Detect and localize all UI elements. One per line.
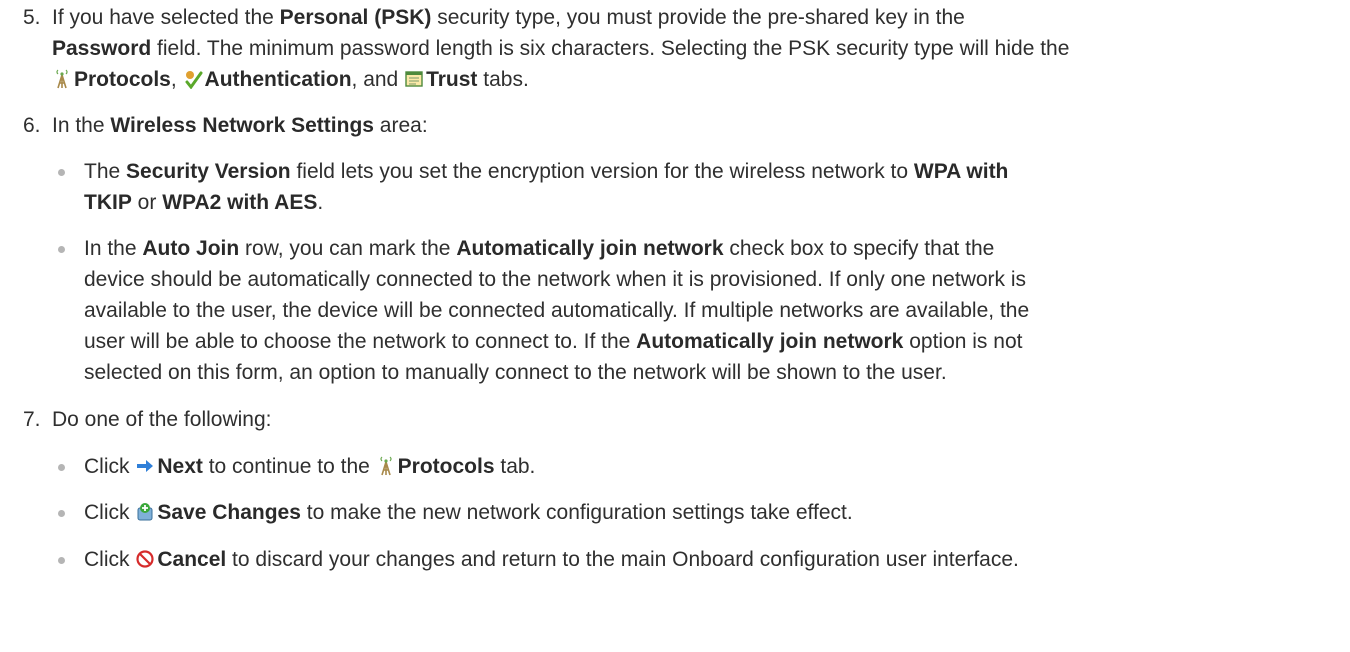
text: available to the user, the device will b… (84, 299, 1030, 322)
text: or (131, 191, 163, 214)
text: row, you can mark the (239, 237, 457, 260)
bullet-dot (58, 510, 65, 517)
text: tabs. (477, 68, 529, 91)
bullet-dot (58, 557, 65, 564)
text: field. The minimum password length is si… (151, 37, 1070, 60)
bold-term: Protocols (74, 68, 171, 91)
protocols-icon (52, 69, 72, 89)
bold-term: Automatically join network (456, 237, 724, 260)
text: to continue to the (202, 455, 376, 478)
step-7-paragraph: Do one of the following: (52, 408, 272, 431)
step-7: 7. Do one of the following: (0, 404, 1340, 435)
step-5: 5. If you have selected the Personal (PS… (0, 2, 1340, 95)
text: to make the new network configuration se… (300, 501, 853, 524)
bold-term: Security Version (126, 160, 291, 183)
bullet-dot (58, 169, 65, 176)
text: , and (351, 68, 405, 91)
text: device should be automatically connected… (84, 268, 1027, 291)
bold-term: Cancel (157, 548, 227, 571)
bold-term: Wireless Network Settings (110, 114, 374, 137)
bold-term: Personal (PSK) (279, 6, 432, 29)
text: option is not (903, 330, 1023, 353)
bold-term: Auto Join (142, 237, 240, 260)
bullet-dot (58, 464, 65, 471)
bullet-dot (58, 246, 65, 253)
list-item: Click Cancel to discard your changes and… (52, 544, 1340, 575)
list-item: In the Auto Join row, you can mark the A… (52, 233, 1340, 388)
step-number: 6. (23, 114, 41, 137)
step-number: 7. (23, 408, 41, 431)
text: Click (84, 501, 136, 524)
text: user will be able to choose the network … (84, 330, 637, 353)
text: tab. (494, 455, 536, 478)
text: field lets you set the encryption versio… (290, 160, 914, 183)
list-item-text: In the Auto Join row, you can mark the A… (84, 233, 1340, 388)
list-item: Click Save Changes to make the new netwo… (52, 497, 1340, 528)
list-item: The Security Version field lets you set … (52, 156, 1340, 218)
bold-term: WPA with (913, 160, 1009, 183)
text: The (84, 160, 127, 183)
text: area: (373, 114, 428, 137)
list-item-text: The Security Version field lets you set … (84, 156, 1340, 218)
protocols-icon (376, 456, 396, 476)
bold-term: Authentication (204, 68, 352, 91)
step-5-paragraph: If you have selected the Personal (PSK) … (52, 2, 1332, 95)
list-item-text: Click Cancel to discard your changes and… (84, 544, 1340, 575)
document-page: 5. If you have selected the Personal (PS… (0, 0, 1350, 652)
bold-term: Save Changes (157, 501, 301, 524)
list-item: Click Next to continue to the Protocols … (52, 451, 1340, 482)
text: In the (84, 237, 143, 260)
bold-term: Trust (426, 68, 478, 91)
text: . (317, 191, 324, 214)
text: selected on this form, an option to manu… (84, 361, 947, 384)
text: to discard your changes and return to th… (226, 548, 1019, 571)
bold-term: Password (52, 37, 152, 60)
text: Click (84, 548, 136, 571)
next-arrow-icon (135, 456, 155, 476)
bold-term: Automatically join network (636, 330, 904, 353)
cancel-icon (135, 549, 155, 569)
save-icon (135, 502, 155, 522)
text: In the (52, 114, 111, 137)
authentication-icon (183, 69, 203, 89)
bold-term: TKIP (84, 191, 132, 214)
bold-term: Next (157, 455, 203, 478)
step-6: 6. In the Wireless Network Settings area… (0, 110, 1340, 141)
list-item-text: Click Save Changes to make the new netwo… (84, 497, 1340, 528)
bold-term: Protocols (397, 455, 495, 478)
text: , (170, 68, 183, 91)
trust-icon (404, 69, 424, 89)
step-number: 5. (23, 6, 41, 29)
text: Click (84, 455, 136, 478)
list-item-text: Click Next to continue to the Protocols … (84, 451, 1340, 482)
text: security type, you must provide the pre-… (431, 6, 965, 29)
bold-term: WPA2 with AES (162, 191, 318, 214)
text: If you have selected the (52, 6, 280, 29)
text: check box to specify that the (723, 237, 995, 260)
step-6-paragraph: In the Wireless Network Settings area: (52, 110, 1332, 141)
